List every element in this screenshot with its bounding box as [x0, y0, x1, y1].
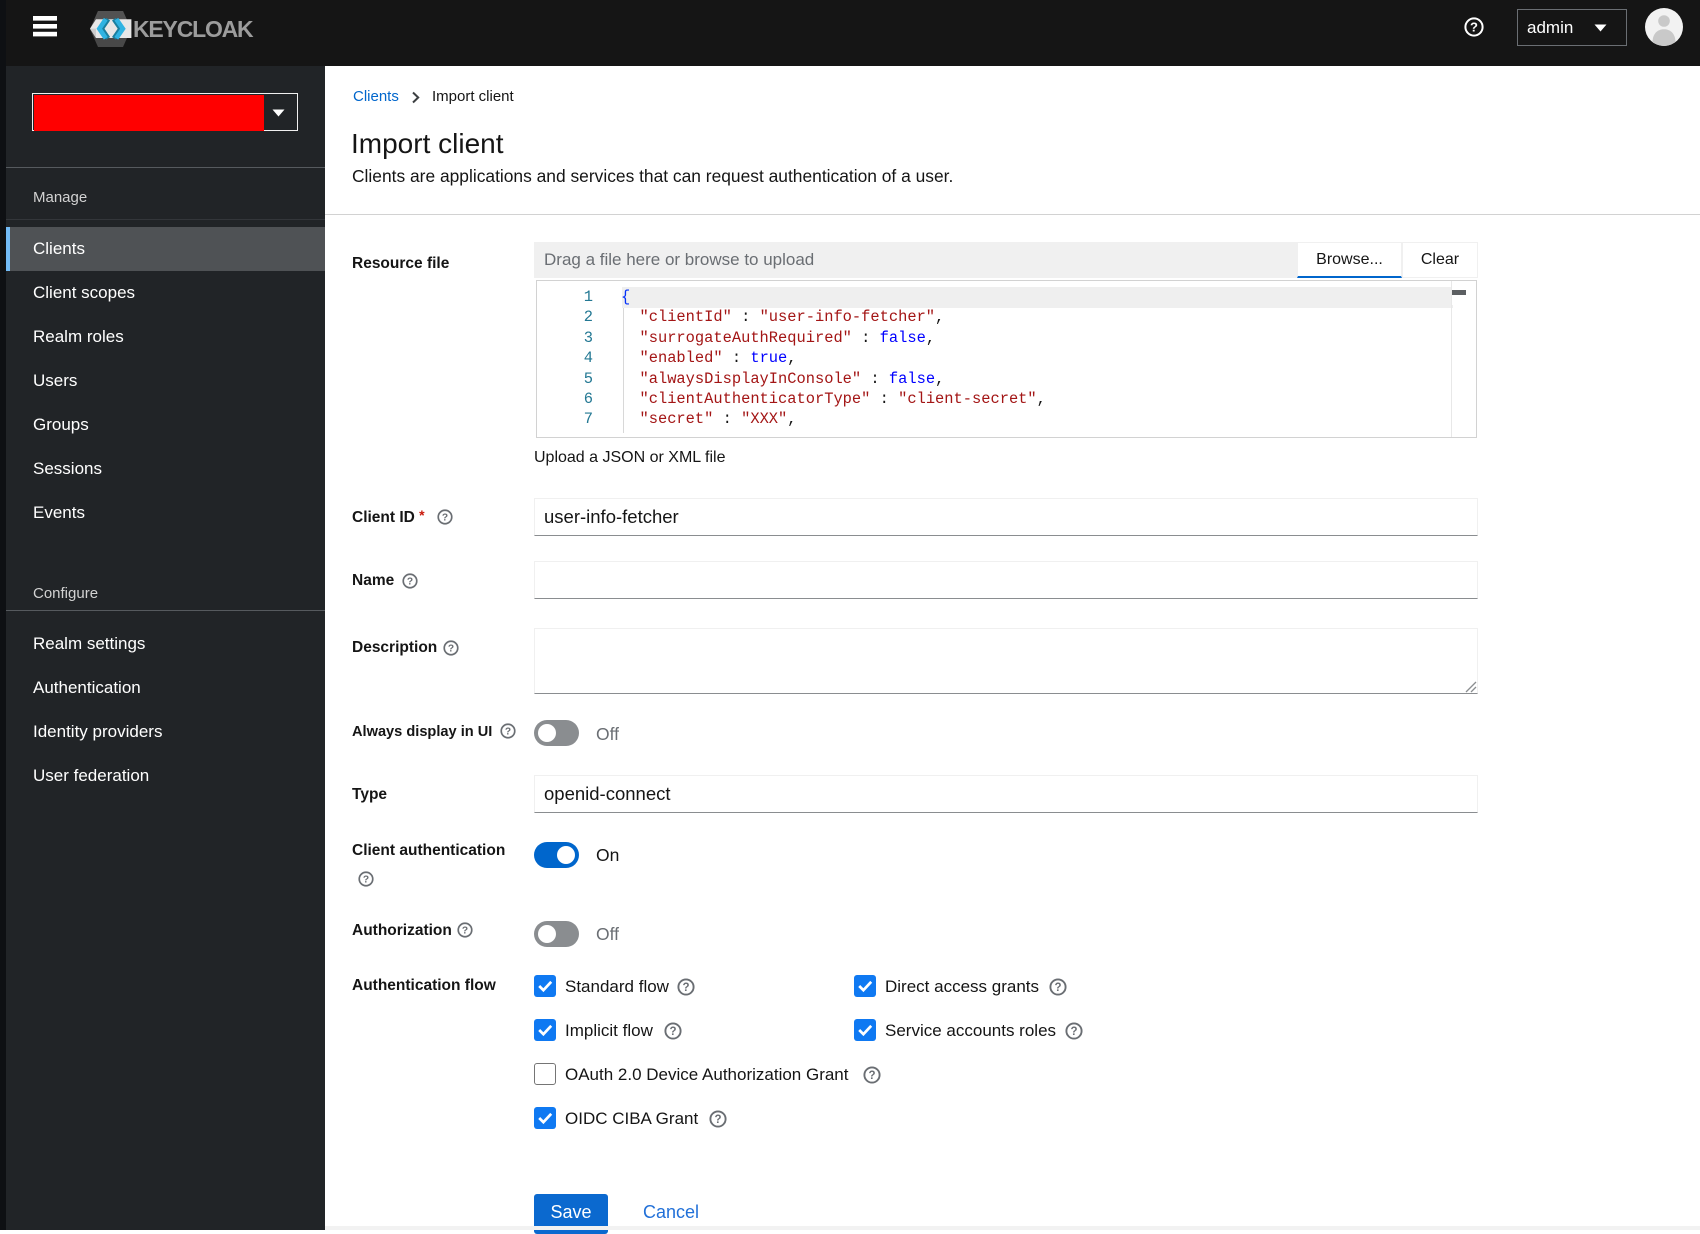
svg-text:?: ? [448, 644, 454, 655]
svg-text:?: ? [1070, 1026, 1077, 1038]
svg-text:?: ? [1054, 982, 1061, 994]
svg-text:?: ? [868, 1070, 875, 1082]
svg-text:?: ? [714, 1114, 721, 1126]
svg-text:?: ? [407, 577, 413, 588]
svg-text:?: ? [462, 926, 468, 937]
svg-text:?: ? [1470, 20, 1478, 35]
svg-text:?: ? [363, 875, 369, 886]
svg-text:KEYCLOAK: KEYCLOAK [133, 16, 254, 42]
svg-text:?: ? [442, 513, 448, 524]
svg-text:?: ? [505, 727, 511, 738]
svg-text:?: ? [682, 982, 689, 994]
svg-text:?: ? [669, 1026, 676, 1038]
